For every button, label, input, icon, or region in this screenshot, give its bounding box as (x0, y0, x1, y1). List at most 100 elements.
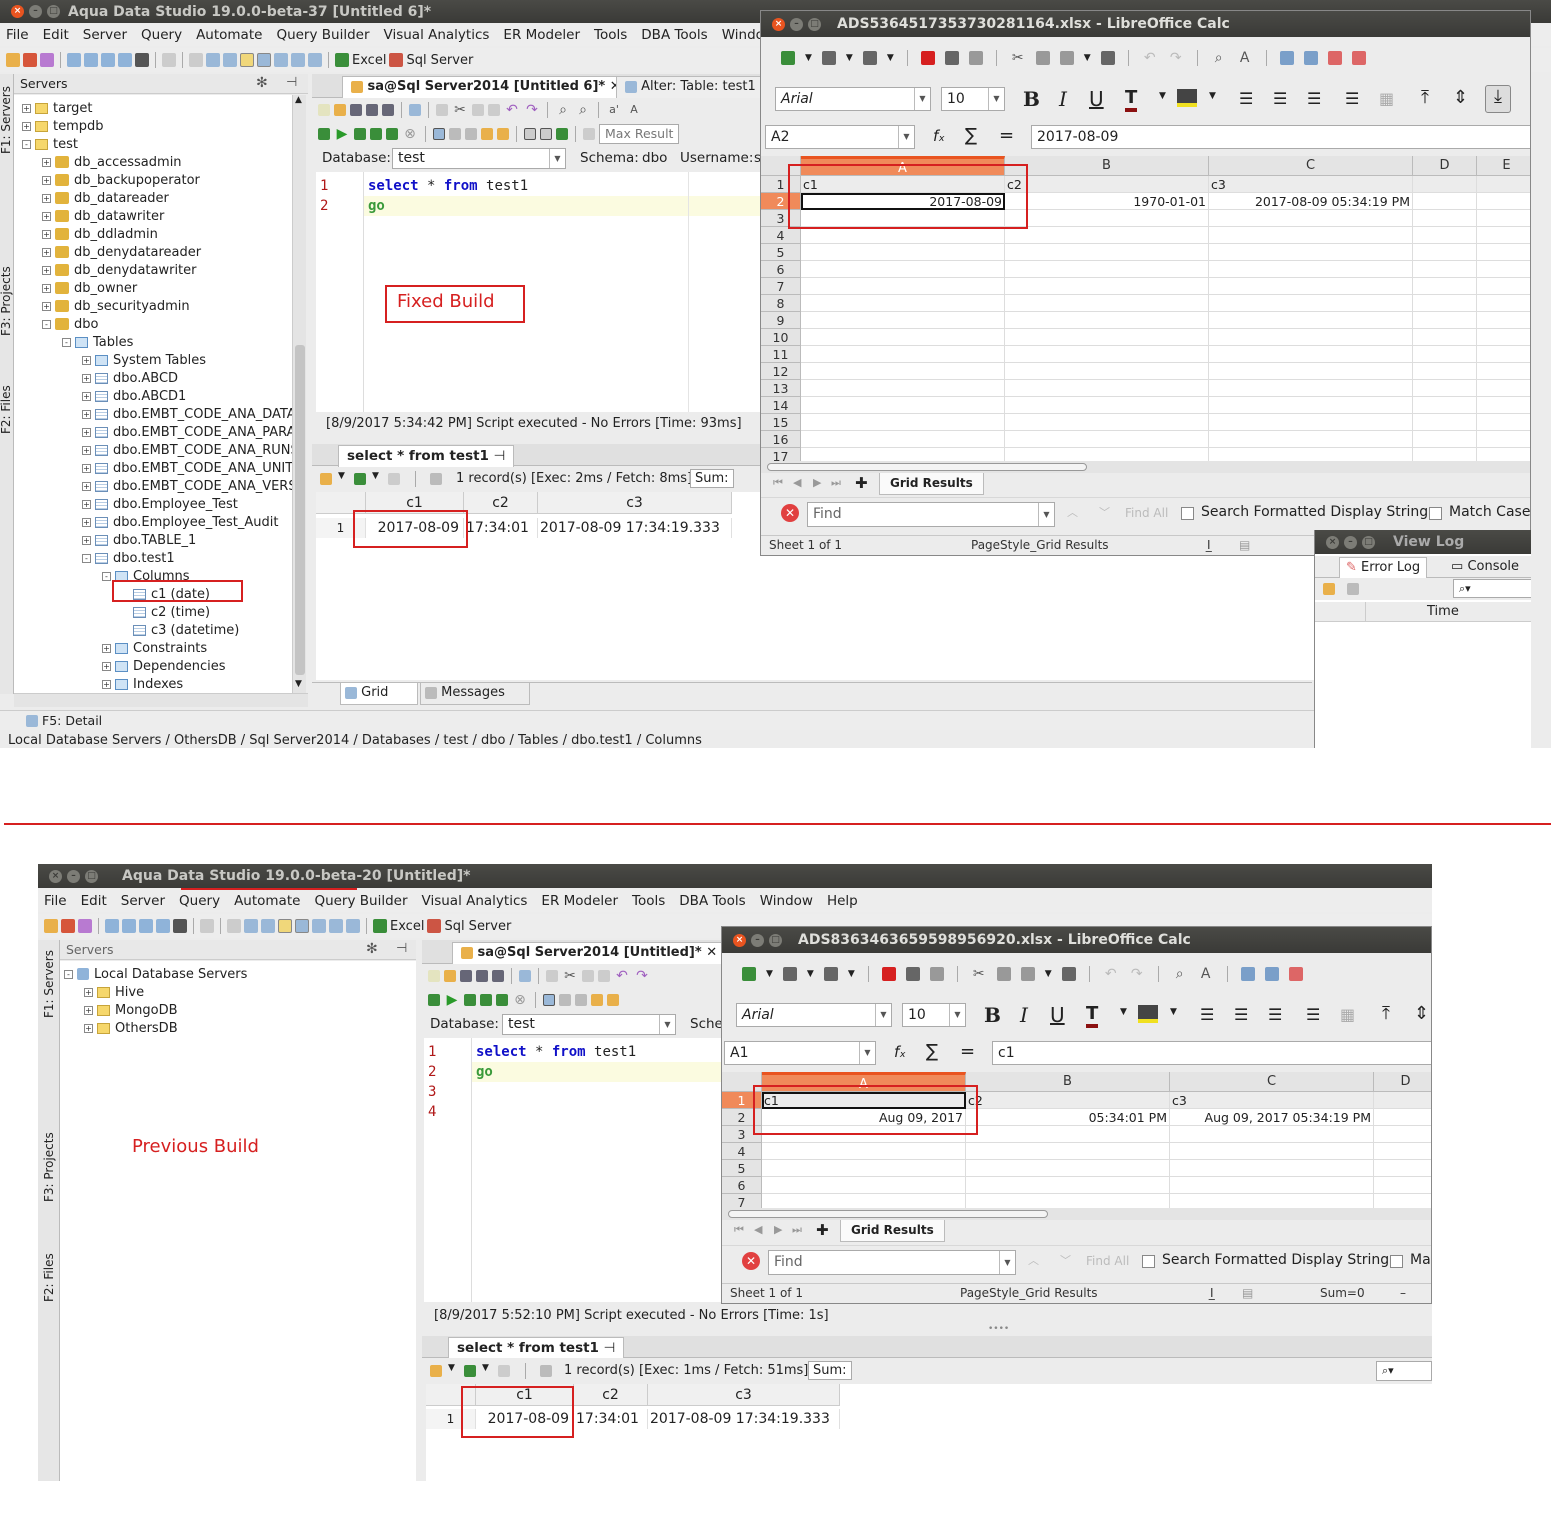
delete-col-icon[interactable] (1351, 51, 1366, 65)
underline-icon[interactable]: U (1050, 1003, 1065, 1027)
data-value-2[interactable]: 1970-01-01 (1005, 193, 1206, 210)
commit-icon[interactable] (497, 128, 509, 140)
sheet-cell[interactable] (1477, 397, 1530, 414)
redo-icon[interactable]: ↷ (524, 102, 540, 118)
tree-item[interactable]: + db_denydatawriter (42, 261, 197, 279)
sheet-cell[interactable] (1005, 278, 1209, 295)
cut-icon[interactable]: ✂ (562, 968, 578, 984)
tree-item[interactable]: + dbo.EMBT_CODE_ANA_RUNS (82, 441, 292, 459)
minimize-icon[interactable]: – (29, 5, 42, 18)
row-header[interactable]: 10 (761, 329, 801, 346)
sheet-cell[interactable] (762, 1143, 966, 1160)
tree-item[interactable]: + dbo.ABCD (82, 369, 178, 387)
sheet-cell[interactable] (1413, 431, 1477, 448)
align-right-icon[interactable]: ☰ (1307, 89, 1321, 108)
stop-icon[interactable]: ⊗ (512, 992, 528, 1008)
save-all-icon[interactable] (476, 970, 488, 982)
save-icon[interactable] (460, 970, 472, 982)
open-icon[interactable] (334, 104, 346, 116)
sheet-cell[interactable] (1477, 278, 1530, 295)
close-icon[interactable]: × (11, 5, 24, 18)
align-left-icon[interactable]: ☰ (1239, 89, 1253, 108)
disconnect-icon[interactable] (78, 919, 92, 933)
sheet-cell[interactable] (1005, 346, 1209, 363)
sheet-cell[interactable] (1005, 261, 1209, 278)
sheet-cell[interactable] (966, 1160, 1170, 1177)
expand-icon[interactable]: + (82, 445, 91, 455)
query4-icon[interactable] (118, 53, 132, 67)
query4-icon[interactable] (156, 919, 170, 933)
print-icon[interactable] (905, 967, 920, 981)
sheet-cell[interactable] (1413, 278, 1477, 295)
expand-icon[interactable]: + (22, 103, 31, 113)
results-tab[interactable]: select * from test1 ⊣ (448, 1337, 625, 1359)
tab-files[interactable]: F2: Files (0, 385, 13, 434)
pin-icon[interactable]: ⊣ (396, 941, 407, 956)
menu-item-server[interactable]: Server (121, 893, 165, 909)
bold-icon[interactable]: B (984, 1003, 1001, 1027)
sheet-cell[interactable] (1209, 397, 1413, 414)
tree-item[interactable]: - dbo.test1 (82, 549, 175, 567)
data-value-3[interactable]: 2017-08-09 05:34:19 PM (1209, 193, 1410, 210)
save-as-icon[interactable] (492, 970, 504, 982)
menu-item-help[interactable]: Help (827, 893, 858, 909)
row-header[interactable]: 14 (761, 397, 801, 414)
sheet-cell[interactable] (1374, 1092, 1431, 1109)
sheet-cell[interactable] (1005, 397, 1209, 414)
layout2-icon[interactable] (240, 53, 254, 67)
copy-icon[interactable] (189, 53, 203, 67)
merge-icon[interactable]: ▦ (1340, 1005, 1355, 1024)
formula-input[interactable]: 2017-08-09 (1031, 125, 1530, 149)
sheet-cell[interactable] (1170, 1177, 1374, 1194)
excel-label[interactable]: Excel (390, 919, 424, 934)
menu-item-server[interactable]: Server (83, 27, 127, 43)
sql-server-label[interactable]: Sql Server (406, 53, 473, 68)
sheet-cell[interactable] (1477, 210, 1530, 227)
tab-editor[interactable]: sa@Sql Server2014 [Untitled]* ✕ (452, 942, 727, 964)
chevron-down-icon[interactable]: ▼ (338, 471, 345, 481)
tree-item[interactable]: + dbo.EMBT_CODE_ANA_UNITS (82, 459, 292, 477)
excel-icon[interactable] (335, 53, 349, 67)
sheet-tab-grid-results[interactable]: Grid Results (840, 1220, 945, 1242)
formula-input[interactable]: c1 (992, 1041, 1431, 1065)
excel-label[interactable]: Excel (352, 53, 386, 68)
expand-icon[interactable]: + (82, 355, 91, 365)
sheet-cell[interactable] (1477, 363, 1530, 380)
expand-icon[interactable]: + (82, 427, 91, 437)
font-size-box[interactable]: 10 ▼ (902, 1003, 966, 1027)
font2-icon[interactable]: A (626, 102, 642, 118)
stop-icon[interactable]: ⊗ (402, 126, 418, 142)
copy-icon[interactable] (227, 919, 241, 933)
col-header-d[interactable]: D (1374, 1072, 1431, 1092)
find-replace-icon[interactable]: ⌕ (1211, 50, 1227, 66)
pin-icon[interactable]: ⊣ (604, 1340, 616, 1356)
split2-icon[interactable] (540, 128, 552, 140)
tree-item[interactable]: + tempdb (22, 117, 104, 135)
maximize-icon[interactable]: □ (85, 869, 98, 883)
replace-icon[interactable]: ⌕ (575, 102, 591, 118)
expand-icon[interactable]: + (82, 409, 91, 419)
menu-item-dba-tools[interactable]: DBA Tools (679, 893, 745, 909)
sheet-cell[interactable] (966, 1194, 1170, 1208)
sheet-cell[interactable] (1413, 261, 1477, 278)
query2-icon[interactable] (84, 53, 98, 67)
menu-item-query-builder[interactable]: Query Builder (276, 27, 369, 43)
sql-editor[interactable]: 1 2 select * from test1 go (316, 172, 764, 412)
delete-row-icon[interactable] (1288, 967, 1303, 981)
sheet-cell[interactable] (1413, 448, 1477, 461)
sheet-cell[interactable] (1477, 227, 1530, 244)
sheet-cell[interactable] (1209, 261, 1413, 278)
save-icon[interactable] (173, 919, 187, 933)
copy-icon[interactable] (1035, 51, 1050, 65)
text-results-icon[interactable] (559, 994, 571, 1006)
minimize-icon[interactable]: – (1344, 535, 1357, 549)
tab-close-icon[interactable]: ✕ (706, 945, 717, 960)
row-header[interactable]: 5 (761, 244, 801, 261)
align-right-icon[interactable]: ☰ (1268, 1005, 1282, 1024)
expand-icon[interactable]: + (82, 535, 91, 545)
sheet-cell[interactable] (1477, 414, 1530, 431)
log-search[interactable]: ⌕▾ (1453, 579, 1531, 598)
sheet-hscroll[interactable] (722, 1208, 1431, 1220)
menu-item-query[interactable]: Query (179, 893, 220, 909)
match-case-checkbox[interactable] (1390, 1255, 1403, 1268)
